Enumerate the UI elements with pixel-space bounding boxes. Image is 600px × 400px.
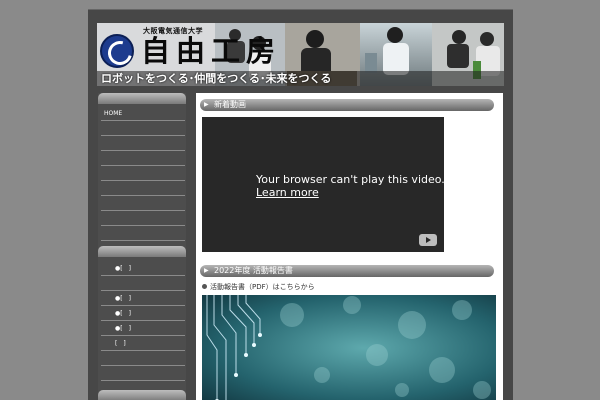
- sidebar-subitem[interactable]: ●[ ]: [101, 292, 185, 306]
- section-header-video: ▶ 新着動画: [200, 99, 494, 111]
- sidebar-item[interactable]: [101, 137, 185, 151]
- sidebar-item[interactable]: [101, 122, 185, 136]
- bullet-icon: ▶: [204, 101, 209, 108]
- sidebar-item[interactable]: [101, 227, 185, 241]
- sidebar-item[interactable]: [101, 182, 185, 196]
- sidebar-item[interactable]: [101, 152, 185, 166]
- sidebar-item-home[interactable]: HOME: [101, 107, 185, 121]
- circuit-banner-image[interactable]: [202, 295, 496, 400]
- header-banner[interactable]: 大阪電気通信大学 自由工房 ロボットをつくる･仲間をつくる･未来をつくる: [97, 23, 504, 86]
- sidebar-subitem[interactable]: [101, 277, 185, 291]
- site-brand: 自由工房: [141, 34, 282, 68]
- site-slogan: ロボットをつくる･仲間をつくる･未来をつくる: [101, 72, 332, 85]
- main-content: ▶ 新着動画 Your browser can't play this vide…: [196, 93, 503, 400]
- sidebar-submenu-header: [98, 246, 186, 257]
- sidebar-menu-header: [98, 93, 186, 104]
- logo-mark-icon: [100, 34, 134, 68]
- page-frame: 大阪電気通信大学 自由工房 ロボットをつくる･仲間をつくる･未来をつくる HOM…: [88, 9, 513, 400]
- sidebar-subitem[interactable]: ●[ ]: [101, 262, 185, 276]
- section-title: 新着動画: [214, 100, 246, 109]
- sidebar-footer-header: [98, 390, 186, 400]
- play-icon[interactable]: [419, 234, 437, 246]
- sidebar-item[interactable]: [101, 212, 185, 226]
- sidebar-subitem[interactable]: ●[ ]: [101, 307, 185, 321]
- section-header-report: ▶ 2022年度 活動報告書: [200, 265, 494, 277]
- video-player[interactable]: Your browser can't play this video. Lear…: [202, 117, 445, 252]
- sidebar: HOME ●[ ] ●[ ] ●[ ] ●[ ] [ ]: [98, 93, 186, 400]
- section-title: 2022年度 活動報告書: [214, 266, 293, 275]
- bullet-icon: ▶: [204, 267, 209, 274]
- sidebar-subitem[interactable]: ●[ ]: [101, 322, 185, 336]
- video-error-message: Your browser can't play this video.: [256, 173, 445, 186]
- report-link-text[interactable]: 活動報告書（PDF）はこちらから: [210, 283, 315, 291]
- sidebar-subitem[interactable]: [ ]: [101, 337, 185, 351]
- report-link[interactable]: 活動報告書（PDF）はこちらから: [202, 282, 315, 292]
- bullet-icon: [202, 284, 207, 289]
- sidebar-item[interactable]: [101, 167, 185, 181]
- learn-more-link[interactable]: Learn more: [256, 186, 319, 199]
- sidebar-subitem[interactable]: [101, 352, 185, 366]
- sidebar-subitem[interactable]: [101, 367, 185, 381]
- sidebar-item[interactable]: [101, 197, 185, 211]
